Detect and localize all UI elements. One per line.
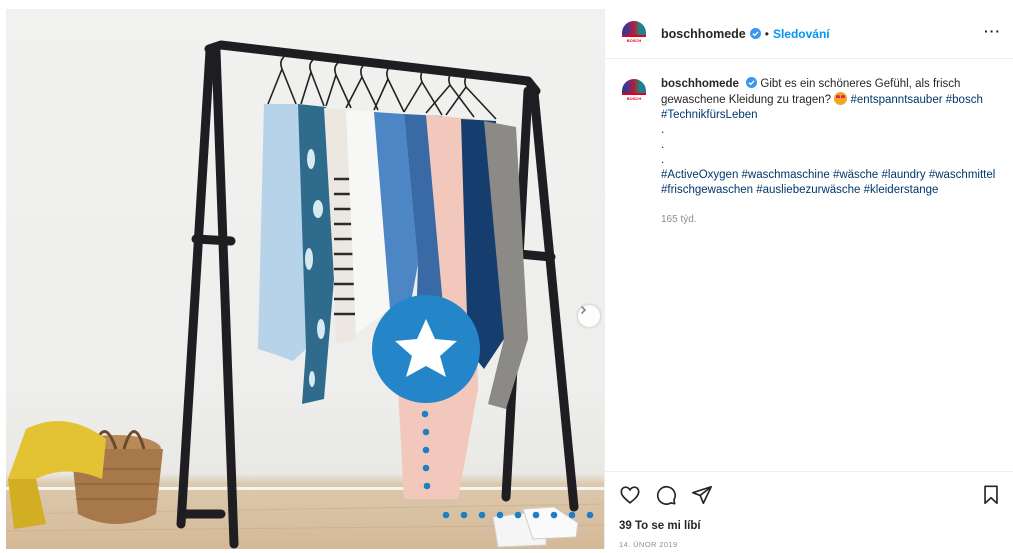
post-detail-panel: BOSCH boschhomede • Sledování ··· BOSCH … xyxy=(604,9,1013,549)
save-button[interactable] xyxy=(980,484,1002,506)
comment-button[interactable] xyxy=(655,484,677,506)
username[interactable]: boschhomede xyxy=(661,27,746,41)
verified-badge-icon xyxy=(746,77,758,88)
follow-button[interactable]: Sledování xyxy=(773,27,830,41)
caption-username[interactable]: boschhomede xyxy=(661,78,739,90)
heart-eyes-emoji-icon xyxy=(834,92,848,105)
caption-dot-2: . xyxy=(661,139,665,151)
hashtags-line-2[interactable]: #ActiveOxygen #waschmaschine #wäsche #la… xyxy=(661,169,995,196)
caption-dot-3: . xyxy=(661,154,665,166)
heart-icon xyxy=(620,486,640,504)
more-options-button[interactable]: ··· xyxy=(984,23,1001,39)
likes-count[interactable]: 39 To se mi líbí xyxy=(619,520,701,532)
caption-timestamp[interactable]: 165 týd. xyxy=(661,212,1006,227)
comment-icon xyxy=(656,485,676,505)
post-header: BOSCH boschhomede • Sledování ··· xyxy=(605,9,1013,59)
separator-dot: • xyxy=(764,26,769,41)
verified-badge-icon xyxy=(749,28,761,39)
bookmark-icon xyxy=(984,485,998,505)
post-actions: 39 To se mi líbí 14. ÚNOR 2019 xyxy=(605,471,1013,549)
post-date[interactable]: 14. ÚNOR 2019 xyxy=(619,540,678,549)
like-button[interactable] xyxy=(619,484,641,506)
chevron-right-icon xyxy=(580,305,587,315)
next-slide-button[interactable] xyxy=(578,305,600,327)
caption: BOSCH boschhomede Gibt es ein schöneres … xyxy=(619,77,1009,227)
caption-dot-1: . xyxy=(661,124,665,136)
post-image[interactable] xyxy=(6,9,604,549)
caption-body: boschhomede Gibt es ein schöneres Gefühl… xyxy=(661,77,1006,227)
avatar[interactable]: BOSCH xyxy=(619,18,649,49)
clothing-rack-illustration xyxy=(6,40,604,549)
paper-plane-icon xyxy=(692,485,712,505)
share-button[interactable] xyxy=(691,484,713,506)
instagram-post: BOSCH boschhomede • Sledování ··· BOSCH … xyxy=(0,0,1013,553)
caption-avatar[interactable]: BOSCH xyxy=(619,77,649,107)
